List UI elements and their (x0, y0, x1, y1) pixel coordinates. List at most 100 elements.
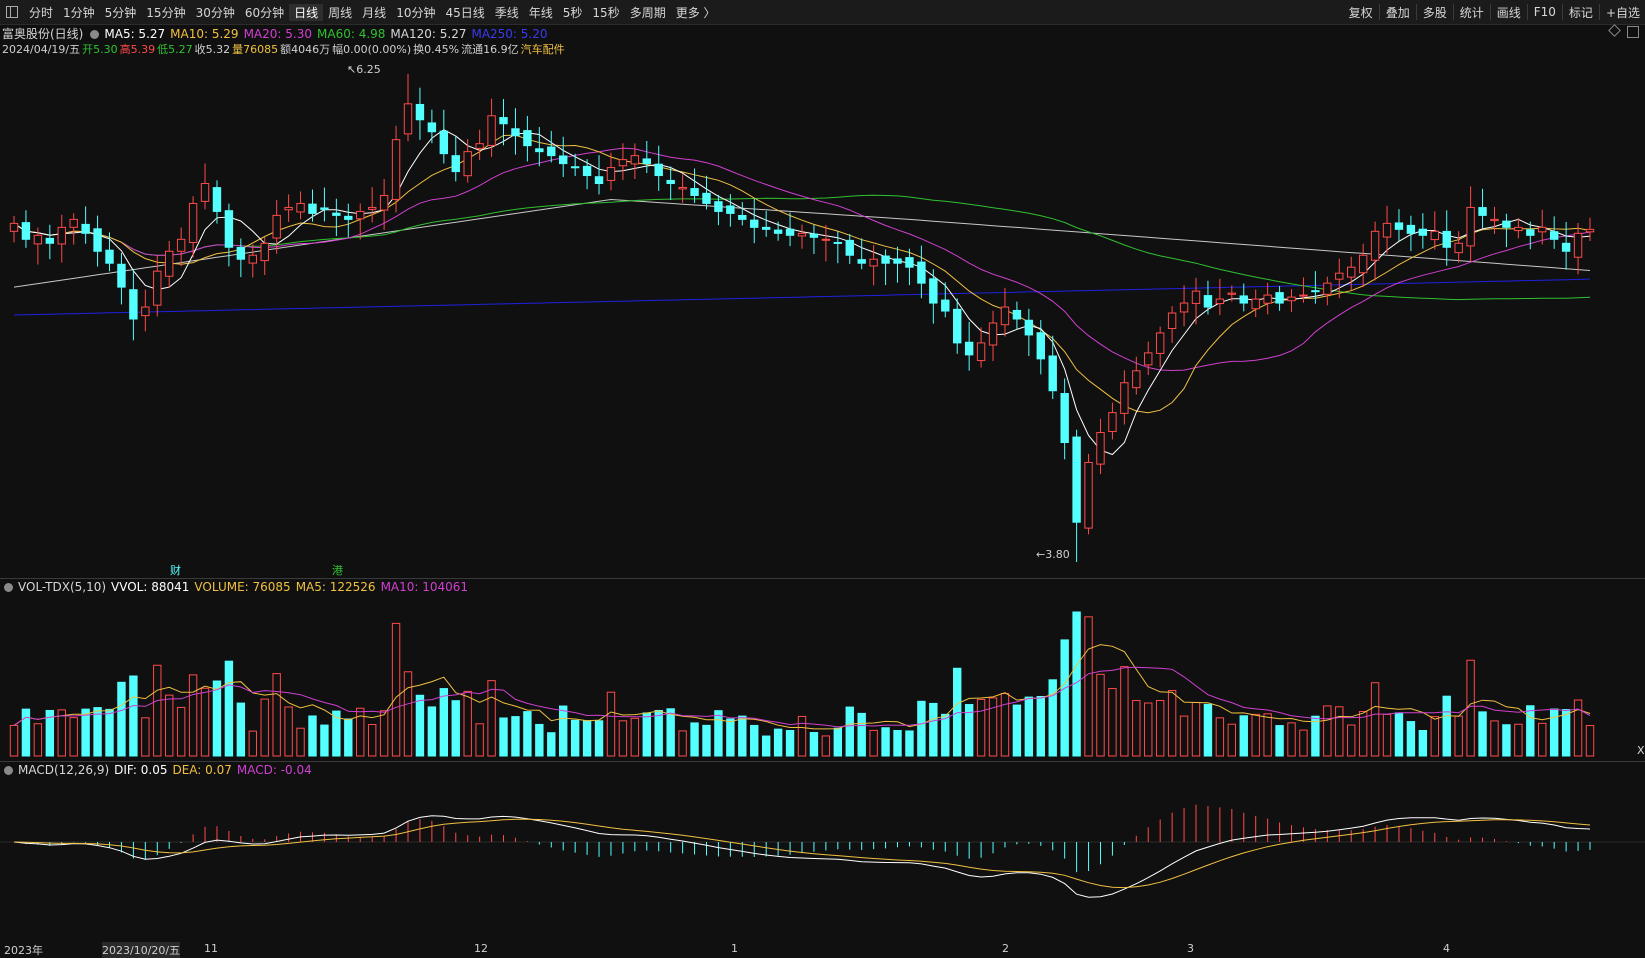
candle-body (332, 212, 341, 216)
period-tab[interactable]: 10分钟 (391, 4, 440, 21)
ma5-line (13, 129, 1591, 456)
ma120-value: MA120: 5.27 (390, 27, 467, 41)
period-tab[interactable]: 分时 (24, 4, 58, 21)
toolbar-button[interactable]: 多股 (1418, 4, 1452, 21)
macd-name[interactable]: MACD(12,26,9) (18, 763, 109, 777)
volume-bar (1096, 673, 1105, 757)
volume-bar (81, 708, 90, 757)
toolbar-button[interactable]: F10 (1529, 5, 1561, 19)
vol-name[interactable]: VOL-TDX(5,10) (18, 580, 106, 594)
period-tab[interactable]: 60分钟 (240, 4, 289, 21)
candle-body (1585, 228, 1595, 233)
candle-body (1287, 296, 1296, 302)
volume-bar (1299, 729, 1308, 757)
period-tab[interactable]: 月线 (357, 4, 391, 21)
diamond-icon[interactable] (1608, 24, 1621, 37)
volume-bar (1132, 700, 1141, 757)
volume-bar (69, 717, 78, 757)
window-icon[interactable] (1627, 26, 1639, 38)
volume-bar (917, 700, 926, 757)
toolbar-divider (1452, 4, 1454, 20)
candle-body (1227, 292, 1237, 295)
candle-body (487, 115, 496, 146)
period-tab[interactable]: 日线 (289, 3, 324, 21)
candle-body (953, 308, 962, 344)
volume-bar (1036, 696, 1045, 757)
candle-body (141, 306, 150, 317)
volume-bar (905, 730, 914, 757)
finance-badge[interactable]: 财 (170, 562, 181, 578)
ma250-value: MA250: 5.20 (471, 27, 548, 41)
period-tab[interactable]: 15分钟 (141, 4, 190, 21)
volume-bar (738, 715, 747, 757)
volume-bar (1418, 729, 1428, 757)
close-icon[interactable]: X (1637, 744, 1645, 757)
panel-toggle-icon[interactable] (6, 6, 18, 18)
candle-body (1478, 207, 1487, 216)
toolbar-button[interactable]: +自选 (1601, 4, 1645, 21)
period-tab[interactable]: 5分钟 (100, 4, 142, 21)
candle-body (1155, 332, 1165, 354)
volume-bar (809, 732, 819, 757)
candle-body (1335, 272, 1344, 280)
candle-body (1084, 461, 1093, 529)
period-tab[interactable]: 15秒 (587, 4, 624, 21)
volume-bar (1000, 693, 1010, 757)
period-tab[interactable]: 1分钟 (58, 4, 100, 21)
toolbar-button[interactable]: 标记 (1564, 4, 1598, 21)
x-axis-label: 2 (1002, 942, 1009, 955)
toolbar-button[interactable]: 画线 (1492, 4, 1526, 21)
settings-dot-icon[interactable] (4, 583, 13, 592)
volume-bar (153, 664, 162, 757)
candle-body (272, 214, 281, 239)
low-price-value: 3.80 (1045, 548, 1070, 561)
candle-body (1442, 230, 1451, 248)
period-tab[interactable]: 年线 (524, 4, 558, 21)
volume-bar (1287, 722, 1296, 757)
volume-bar (1502, 724, 1511, 757)
volume-bar (1538, 722, 1547, 757)
candle-body (1215, 298, 1225, 305)
chart-corner-tools (1608, 24, 1639, 38)
quote-sector[interactable]: 汽车配件 (521, 43, 565, 56)
stock-name[interactable]: 富奥股份(日线) (2, 27, 83, 41)
candle-body (1072, 436, 1081, 523)
dea-value: DEA: 0.07 (172, 763, 232, 777)
candle-body (559, 155, 568, 165)
candle-body (1144, 352, 1153, 366)
macd-chart[interactable] (0, 778, 1645, 942)
toolbar-button[interactable]: 叠加 (1381, 4, 1415, 21)
candle-body (1502, 220, 1511, 228)
candle-body (451, 155, 460, 173)
candle-body (1538, 226, 1547, 233)
period-tab[interactable]: 多周期 (625, 4, 671, 21)
volume-bar (893, 730, 902, 757)
candle-body (105, 249, 114, 264)
period-tab[interactable]: 季线 (490, 4, 524, 21)
volume-bar (141, 717, 150, 757)
period-tab[interactable]: 5秒 (558, 4, 588, 21)
candle-body (606, 167, 616, 181)
period-tab[interactable]: 45日线 (440, 4, 489, 21)
candlestick-chart[interactable] (0, 58, 1645, 578)
settings-dot-icon[interactable] (4, 766, 13, 775)
volume-bar (702, 724, 711, 757)
hk-badge[interactable]: 港 (332, 562, 343, 578)
volume-bar (1370, 682, 1380, 757)
toolbar-button[interactable]: 复权 (1344, 4, 1378, 21)
candle-body (439, 130, 449, 155)
volume-bar (881, 727, 890, 757)
period-tab[interactable]: 30分钟 (191, 4, 240, 21)
candle-body (1323, 282, 1332, 295)
volume-bar (714, 710, 723, 757)
volume-bar (821, 735, 831, 757)
toolbar-button[interactable]: 统计 (1455, 4, 1489, 21)
settings-dot-icon[interactable] (90, 30, 100, 39)
volume-bar (642, 712, 651, 757)
volume-chart[interactable] (0, 596, 1645, 760)
period-tab[interactable]: 更多 〉 (671, 4, 721, 21)
period-tab[interactable]: 周线 (323, 4, 357, 21)
toolbar-divider (1489, 4, 1491, 20)
volume-bar (212, 680, 222, 757)
candle-body (1406, 224, 1416, 234)
